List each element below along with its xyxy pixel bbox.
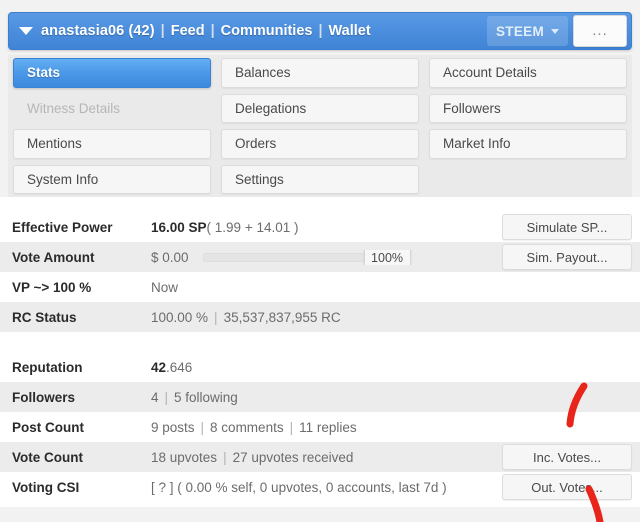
post-separator-2: | [289,419,294,435]
tab-empty-slot [429,164,627,194]
nav-separator-2: | [210,23,215,39]
table-row-voting-csi: Voting CSI [ ? ] ( 0.00 % self, 0 upvote… [0,472,640,502]
table-row-followers: Followers 4 | 5 following [0,382,640,412]
tab-cell-balances: Balances [216,55,424,91]
row-value-followers: 4 | 5 following [147,390,640,405]
tab-cell-stats: Stats [8,55,216,91]
tab-cell-orders: Orders [216,126,424,162]
table-row-vote-amount: Vote Amount $ 0.00 100% Sim. Payout... [0,242,640,272]
upvotes-given: 18 upvotes [151,449,218,465]
chain-selector[interactable]: STEEM [486,16,568,46]
vote-amount-value: $ 0.00 [151,249,189,265]
followers-separator: | [164,389,169,405]
chevron-down-icon[interactable] [19,27,33,35]
nav-link-wallet[interactable]: Wallet [329,23,371,39]
more-menu-button[interactable]: ... [573,15,627,47]
tab-delegations[interactable]: Delegations [221,93,419,123]
followers-count: 4 [151,389,159,405]
tab-balances[interactable]: Balances [221,58,419,88]
row-label-post-count: Post Count [12,419,84,435]
table-gap-separator [0,338,640,352]
nav-separator-1: | [160,23,165,39]
slider-thumb-percent[interactable]: 100% [363,249,411,265]
top-navbar: anastasia06 (42) | Feed | Communities | … [8,12,632,50]
voting-csi-value: [ ? ] ( 0.00 % self, 0 upvotes, 0 accoun… [151,479,447,495]
row-label-followers: Followers [12,389,76,405]
row-label-rc-status: RC Status [12,309,77,325]
upvotes-received: 27 upvotes received [232,449,354,465]
stats-top-spacer [0,197,640,212]
ellipsis-icon: ... [592,22,608,39]
tab-cell-delegations: Delegations [216,91,424,127]
tab-stats[interactable]: Stats [13,58,211,88]
tab-cell-system-info: System Info [8,162,216,198]
tab-market-info[interactable]: Market Info [429,129,627,159]
tab-cell-followers: Followers [424,91,632,127]
tab-cell-account-details: Account Details [424,55,632,91]
following-count: 5 following [174,389,238,405]
tab-cell-settings: Settings [216,162,424,198]
vote-weight-slider[interactable]: 100% [202,249,411,265]
nav-separator-3: | [318,23,323,39]
tab-system-info[interactable]: System Info [13,164,211,194]
vp-value: Now [151,279,179,295]
nav-link-communities[interactable]: Communities [221,23,313,39]
effective-power-breakdown: ( 1.99 + 14.01 ) [206,219,299,235]
simulate-sp-button[interactable]: Simulate SP... [502,214,632,240]
tab-orders[interactable]: Orders [221,129,419,159]
sim-payout-button[interactable]: Sim. Payout... [502,244,632,270]
vote-count-separator: | [223,449,227,465]
chain-selector-label: STEEM [495,23,544,39]
row-label-voting-csi: Voting CSI [12,479,80,495]
table-row-effective-power: Effective Power 16.00 SP ( 1.99 + 14.01 … [0,212,640,242]
reputation-integer: 42 [151,359,167,375]
tab-witness-details: Witness Details [13,93,211,123]
rc-percent: 100.00 % [151,309,209,325]
nav-link-feed[interactable]: Feed [171,23,205,39]
slider-track[interactable] [202,252,381,262]
table-row-vp: VP ~> 100 % Now [0,272,640,302]
posts-count: 9 posts [151,419,195,435]
row-value-post-count: 9 posts | 8 comments | 11 replies [147,420,640,435]
row-value-reputation: 42 .646 [147,360,640,375]
outgoing-votes-button[interactable]: Out. Votes... [502,474,632,500]
tab-account-details[interactable]: Account Details [429,58,627,88]
tab-cell-empty [424,162,632,198]
row-label-effective-power: Effective Power [12,219,113,235]
tab-grid: Stats Balances Account Details Witness D… [8,55,632,197]
account-name-label[interactable]: anastasia06 (42) [41,23,155,39]
table-row-rc-status: RC Status 100.00 % | 35,537,837,955 RC [0,302,640,332]
rc-separator: | [214,309,218,325]
row-value-rc-status: 100.00 % | 35,537,837,955 RC [147,310,640,325]
stats-table-top: Effective Power 16.00 SP ( 1.99 + 14.01 … [0,197,640,338]
stats-table-bottom: Reputation 42 .646 Followers 4 | 5 follo… [0,352,640,507]
comments-count: 8 comments [210,419,284,435]
table-row-post-count: Post Count 9 posts | 8 comments | 11 rep… [0,412,640,442]
rc-amount: 35,537,837,955 RC [223,309,341,325]
tab-cell-mentions: Mentions [8,126,216,162]
table-row-vote-count: Vote Count 18 upvotes | 27 upvotes recei… [0,442,640,472]
tab-cell-market-info: Market Info [424,126,632,162]
tab-cell-witness-details: Witness Details [8,91,216,127]
tab-followers[interactable]: Followers [429,93,627,123]
chevron-down-icon-chain [551,28,559,34]
tab-settings[interactable]: Settings [221,164,419,194]
row-label-vote-amount: Vote Amount [12,249,95,265]
reputation-decimal: .646 [166,359,193,375]
row-label-reputation: Reputation [12,359,83,375]
row-label-vp: VP ~> 100 % [12,279,92,295]
effective-power-amount: 16.00 SP [151,219,207,235]
row-label-vote-count: Vote Count [12,449,83,465]
post-separator-1: | [200,419,205,435]
replies-count: 11 replies [299,419,357,435]
incoming-votes-button[interactable]: Inc. Votes... [502,444,632,470]
tab-mentions[interactable]: Mentions [13,129,211,159]
app-window: anastasia06 (42) | Feed | Communities | … [0,0,640,522]
table-row-reputation: Reputation 42 .646 [0,352,640,382]
row-value-vp: Now [147,280,640,295]
